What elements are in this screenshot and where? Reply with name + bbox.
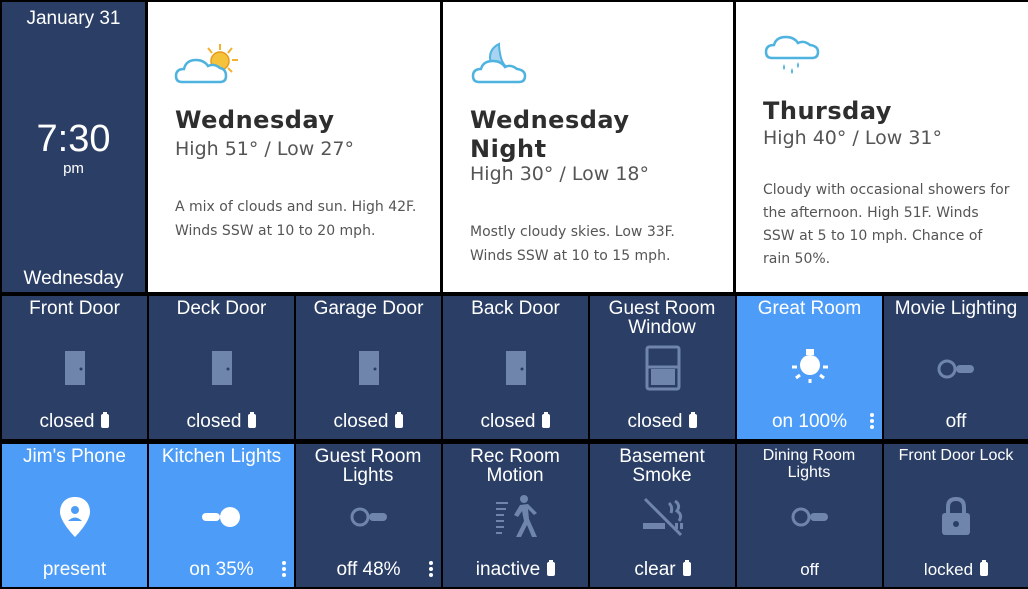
clock-tile: January 31 7:30 pm Wednesday [2,2,145,292]
tile-garage-door[interactable]: Garage Door closed [296,296,441,439]
tile-guest-room-lights[interactable]: Guest Room Lights off 48% [296,444,441,587]
location-pin-icon [59,497,90,537]
tile-back-door[interactable]: Back Door closed [443,296,588,439]
forecast-card-1: Wednesday High 51° / Low 27° A mix of cl… [148,2,440,292]
tile-name: Jim's Phone [23,446,126,467]
tile-state: closed [333,411,389,432]
tile-state: clear [634,559,676,580]
door-icon [64,351,85,385]
window-icon [645,345,680,391]
tile-state: off 48% [336,559,401,580]
tile-name: Movie Lighting [894,298,1018,319]
time-label: 7:30 [36,118,111,160]
more-options-icon[interactable] [282,561,286,577]
tile-rec-room-motion[interactable]: Rec Room Motion inactive [443,444,588,587]
light-bulb-icon [791,349,828,383]
forecast-title-3: Thursday [763,97,892,125]
tile-name: Guest Room Lights [314,446,422,486]
forecast-temps-1: High 51° / Low 27° [175,138,354,160]
door-icon [505,351,526,385]
tile-dining-room-lights[interactable]: Dining Room Lights off [737,444,882,587]
weekday-label: Wednesday [23,268,124,289]
tile-name: Kitchen Lights [161,446,282,467]
forecast-title-1: Wednesday [175,106,335,134]
battery-icon [689,412,698,428]
tile-name: Dining Room Lights [762,447,856,481]
forecast-desc-2: Mostly cloudy skies. Low 33F. Winds SSW … [470,224,675,264]
tile-movie-lighting[interactable]: Movie Lighting off [884,296,1028,439]
tile-great-room[interactable]: Great Room on 100% [737,296,882,439]
door-icon [211,351,232,385]
switch-off-icon [791,507,828,527]
forecast-desc-1: A mix of clouds and sun. High 42F. Winds… [175,199,417,239]
tile-deck-door[interactable]: Deck Door closed [149,296,294,439]
forecast-card-2: Wednesday Night High 30° / Low 18° Mostl… [443,2,733,292]
forecast-desc-3: Cloudy with occasional showers for the a… [763,182,1010,267]
tile-state: on 100% [771,411,847,432]
padlock-icon [942,496,970,535]
switch-off-icon [937,359,974,379]
tile-jims-phone[interactable]: Jim's Phone present [2,444,147,587]
tile-name: Back Door [471,298,560,319]
forecast-temps-2: High 30° / Low 18° [470,163,649,185]
forecast-title-2: Wednesday Night [470,106,630,163]
tile-name: Guest Room Window [608,298,716,338]
forecast-temps-3: High 40° / Low 31° [763,127,942,149]
tile-name: Garage Door [313,298,424,319]
forecast-card-3: Thursday High 40° / Low 31° Cloudy with … [736,2,1028,292]
door-icon [358,351,379,385]
battery-icon [980,560,989,576]
battery-icon [395,412,404,428]
tile-kitchen-lights[interactable]: Kitchen Lights on 35% [149,444,294,587]
tile-front-door[interactable]: Front Door closed [2,296,147,439]
more-options-icon[interactable] [870,413,874,429]
tile-state: closed [480,411,536,432]
tile-name: Rec Room Motion [470,446,560,486]
tile-state: off [800,560,819,579]
tile-state: locked [923,560,974,579]
tile-front-door-lock[interactable]: Front Door Lock locked [884,444,1028,587]
battery-icon [547,560,556,576]
tile-basement-smoke[interactable]: Basement Smoke clear [590,444,735,587]
tile-state: present [42,559,107,580]
tile-name: Deck Door [176,298,267,319]
tile-name: Front Door [29,298,120,319]
battery-icon [101,412,110,428]
more-options-icon[interactable] [429,561,433,577]
rain-cloud-icon [764,35,820,74]
partly-cloudy-sun-icon [174,44,238,84]
tile-name: Front Door Lock [898,447,1014,464]
tile-state: off [945,411,967,432]
switch-on-icon [201,507,240,527]
tile-state: inactive [475,559,541,580]
tile-name: Great Room [757,298,862,319]
tile-name: Basement Smoke [619,446,705,486]
switch-off-icon [350,507,387,527]
motion-walker-icon [495,495,537,537]
tile-state: closed [39,411,95,432]
tile-state: on 35% [189,559,254,580]
ampm-label: pm [63,160,84,177]
tile-guest-room-window[interactable]: Guest Room Window closed [590,296,735,439]
cloudy-night-moon-icon [471,42,527,84]
tile-state: closed [186,411,242,432]
tile-state: closed [627,411,683,432]
date-label: January 31 [26,8,121,29]
battery-icon [682,560,691,576]
no-smoke-icon [642,497,683,537]
battery-icon [542,412,551,428]
battery-icon [248,412,257,428]
